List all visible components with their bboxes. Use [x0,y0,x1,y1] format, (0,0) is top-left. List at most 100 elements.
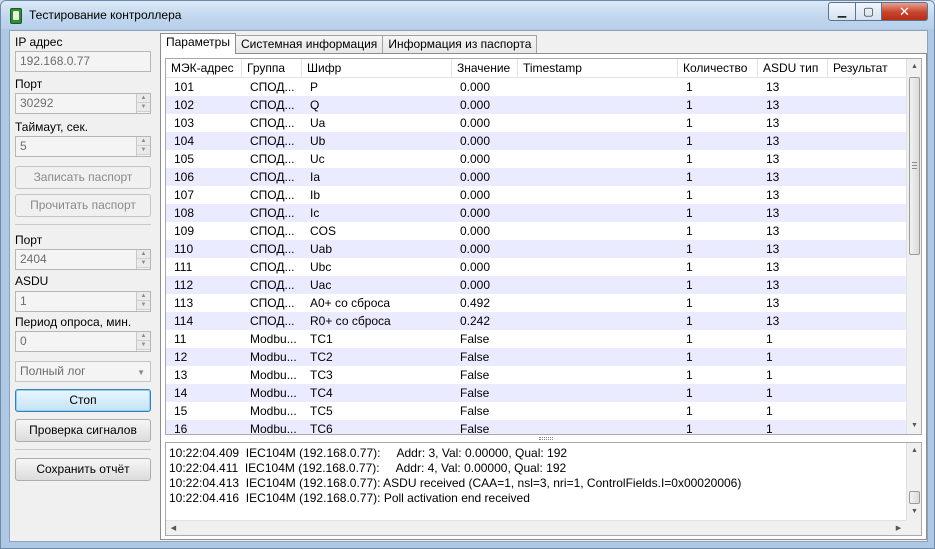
table-row[interactable]: 15 Modbu... TC5 False 1 1 [166,402,908,420]
asdu-field[interactable]: 1 ▲ ▼ [15,291,151,312]
table-vertical-scrollbar[interactable]: ▲ ▼ [906,59,921,434]
port2-down-icon[interactable]: ▼ [137,259,150,268]
column-header[interactable]: Значение [452,59,518,78]
asdu-spinner[interactable]: ▲ ▼ [136,292,150,311]
table-cell: Modbu... [250,332,297,346]
scroll-down-icon[interactable]: ▼ [907,418,921,434]
column-header[interactable]: Результат [828,59,908,78]
poll-period-field[interactable]: 0 ▲ ▼ [15,331,151,352]
log-scroll-thumb[interactable] [909,491,920,504]
table-row[interactable]: 112 СПОД... Uac 0.000 1 13 [166,276,908,294]
table-cell: СПОД... [250,314,295,328]
table-cell [828,132,908,150]
save-report-button[interactable]: Сохранить отчёт [15,458,151,481]
column-header[interactable]: Группа [242,59,302,78]
timeout-up-icon[interactable]: ▲ [137,137,150,146]
scroll-thumb[interactable] [909,77,920,255]
asdu-down-icon[interactable]: ▼ [137,301,150,310]
log-scroll-right-icon[interactable]: ▶ [891,521,906,535]
table-cell: 0.000 [460,152,491,166]
splitter-handle[interactable] [539,437,553,440]
table-row[interactable]: 103 СПОД... Ua 0.000 1 13 [166,114,908,132]
table-row[interactable]: 113 СПОД... A0+ со сброса 0.492 1 13 [166,294,908,312]
table-cell: 106 [174,170,195,184]
timeout-spinner[interactable]: ▲ ▼ [136,137,150,156]
port-down-icon[interactable]: ▼ [137,103,150,112]
title-bar[interactable]: Тестирование контроллера ▁ ▢ ✕ [1,1,934,29]
poll-up-icon[interactable]: ▲ [137,332,150,341]
log-panel[interactable]: 10:22:04.409 IEC104M (192.168.0.77): Add… [165,442,922,536]
table-cell [828,330,908,348]
table-row[interactable]: 102 СПОД... Q 0.000 1 13 [166,96,908,114]
column-header[interactable]: МЭК-адрес [166,59,242,78]
poll-period-spinner[interactable]: ▲ ▼ [136,332,150,351]
log-scroll-left-icon[interactable]: ◀ [166,521,181,535]
column-header[interactable]: Количество [678,59,758,78]
table-row[interactable]: 108 СПОД... Ic 0.000 1 13 [166,204,908,222]
table-row[interactable]: 107 СПОД... Ib 0.000 1 13 [166,186,908,204]
table-cell: 109 [174,224,195,238]
column-header[interactable]: Timestamp [518,59,678,78]
asdu-up-icon[interactable]: ▲ [137,292,150,301]
tab-parameters[interactable]: Параметры [160,33,236,54]
table-cell: 16 [174,422,188,435]
table-cell: СПОД... [250,116,295,130]
table-row[interactable]: 114 СПОД... R0+ со сброса 0.242 1 13 [166,312,908,330]
port2-spinner[interactable]: ▲ ▼ [136,250,150,269]
table-row[interactable]: 101 СПОД... P 0.000 1 13 [166,78,908,96]
minimize-button[interactable]: ▁ [828,2,856,21]
table-cell [828,384,908,402]
log-vertical-scrollbar[interactable]: ▲ ▼ [906,443,921,520]
port2-label: Порт [15,233,43,247]
separator [15,449,151,450]
log-mode-select[interactable]: Полный лог ▼ [15,361,151,382]
port-up-icon[interactable]: ▲ [137,94,150,103]
log-scroll-down-icon[interactable]: ▼ [907,504,921,520]
table-cell [518,276,678,294]
scroll-up-icon[interactable]: ▲ [907,59,921,75]
table-row[interactable]: 12 Modbu... TC2 False 1 1 [166,348,908,366]
tab-passport-info[interactable]: Информация из паспорта [382,35,538,54]
table-row[interactable]: 11 Modbu... TC1 False 1 1 [166,330,908,348]
port2-up-icon[interactable]: ▲ [137,250,150,259]
table-cell: 114 [174,314,194,328]
table-cell: Ic [310,206,320,220]
maximize-button[interactable]: ▢ [856,2,882,21]
parameters-table[interactable]: МЭК-адрес Группа Шифр Значение Timestamp Коли… [165,58,922,435]
log-horizontal-scrollbar[interactable]: ◀ ▶ [166,520,906,535]
table-row[interactable]: 105 СПОД... Uc 0.000 1 13 [166,150,908,168]
timeout-down-icon[interactable]: ▼ [137,146,150,155]
column-header[interactable]: ASDU тип [758,59,828,78]
stop-button[interactable]: Стоп [15,389,151,412]
port2-field[interactable]: 2404 ▲ ▼ [15,249,151,270]
column-header[interactable]: Шифр [302,59,452,78]
ip-address-field[interactable]: 192.168.0.77 [15,51,151,72]
chevron-down-icon[interactable]: ▼ [137,365,145,380]
timeout-field[interactable]: 5 ▲ ▼ [15,136,151,157]
port-spinner[interactable]: ▲ ▼ [136,94,150,113]
table-row[interactable]: 110 СПОД... Uab 0.000 1 13 [166,240,908,258]
tab-system-info[interactable]: Системная информация [234,35,384,54]
table-row[interactable]: 111 СПОД... Ubc 0.000 1 13 [166,258,908,276]
table-cell: 1 [686,350,693,364]
close-button[interactable]: ✕ [882,2,928,21]
table-row[interactable]: 106 СПОД... Ia 0.000 1 13 [166,168,908,186]
table-cell: Ia [310,170,321,184]
client-area: IP адрес 192.168.0.77 Порт 30292 ▲ ▼ Тай… [9,30,928,542]
table-row[interactable]: 16 Modbu... TC6 False 1 1 [166,420,908,435]
table-row[interactable]: 104 СПОД... Ub 0.000 1 13 [166,132,908,150]
log-scroll-up-icon[interactable]: ▲ [907,443,921,459]
port-field[interactable]: 30292 ▲ ▼ [15,93,151,114]
table-cell: СПОД... [250,224,295,238]
table-row[interactable]: 109 СПОД... COS 0.000 1 13 [166,222,908,240]
table-cell: 0.000 [460,206,491,220]
table-row[interactable]: 14 Modbu... TC4 False 1 1 [166,384,908,402]
write-passport-button[interactable]: Записать паспорт [15,166,151,189]
timeout-label: Таймаут, сек. [15,120,89,134]
read-passport-button[interactable]: Прочитать паспорт [15,194,151,217]
table-row[interactable]: 13 Modbu... TC3 False 1 1 [166,366,908,384]
table-cell: TC2 [310,350,333,364]
table-cell: Q [310,98,320,112]
check-signals-button[interactable]: Проверка сигналов [15,419,151,442]
poll-down-icon[interactable]: ▼ [137,341,150,350]
